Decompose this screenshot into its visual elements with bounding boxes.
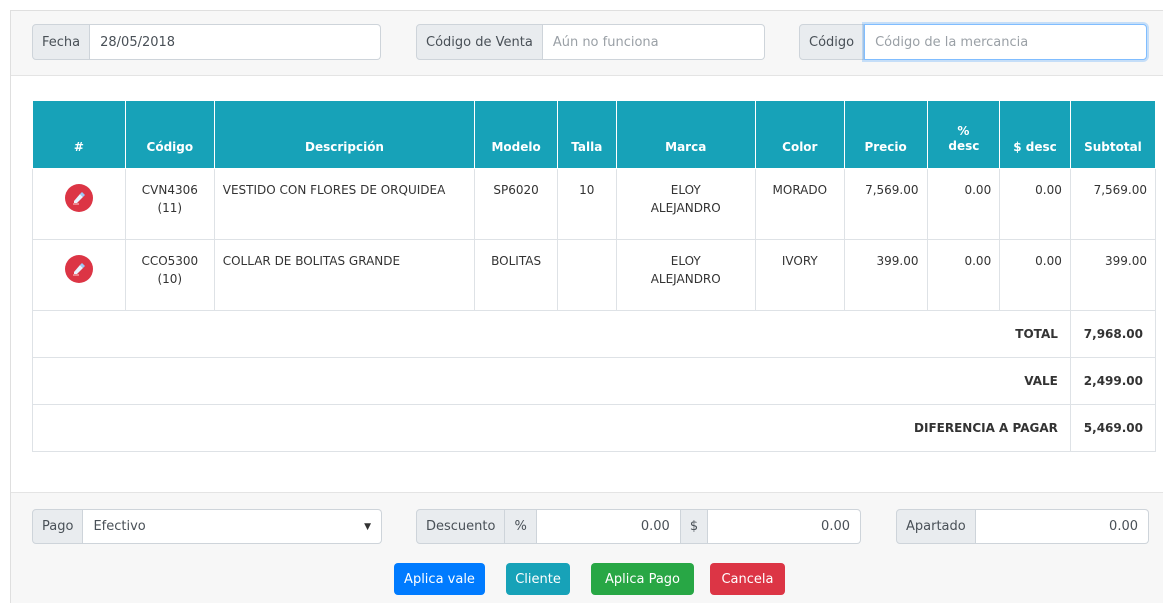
descuento-label: Descuento	[416, 509, 506, 544]
codigo-venta-input[interactable]: Aún no funciona	[542, 24, 765, 60]
codigo-venta-label: Código de Venta	[416, 24, 543, 60]
codigo-value: CCO5300	[141, 254, 199, 268]
total-label: TOTAL	[32, 310, 1071, 358]
fecha-label: Fecha	[32, 24, 91, 60]
col-amt-desc: $ desc	[999, 100, 1071, 169]
descuento-amount-input[interactable]: 0.00	[708, 509, 861, 544]
dollar-addon: $	[680, 509, 709, 544]
pago-group: Pago Efectivo ▼	[32, 509, 382, 544]
col-descripcion: Descripción	[213, 100, 476, 169]
codigo-input[interactable]: Código de la mercancia	[864, 24, 1147, 60]
col-precio: Precio	[843, 100, 928, 169]
sale-form: Fecha 28/05/2018 Código de Venta Aún no …	[10, 10, 1163, 603]
apartado-label: Apartado	[896, 509, 976, 544]
precio-cell: 7,569.00	[843, 168, 928, 240]
eraser-icon[interactable]	[64, 184, 93, 212]
amt-desc-cell: 0.00	[999, 168, 1071, 240]
fecha-group: Fecha 28/05/2018	[32, 24, 381, 60]
talla-cell: 10	[557, 168, 617, 240]
codigo-venta-group: Código de Venta Aún no funciona	[416, 24, 765, 60]
descuento-pct-input[interactable]: 0.00	[536, 509, 681, 544]
codigo-qty: (11)	[157, 201, 183, 215]
marca-cell: ELOY ALEJANDRO	[615, 168, 756, 240]
table-row: CCO5300 (10) COLLAR DE BOLITAS GRANDE BO…	[32, 239, 1157, 311]
pago-select[interactable]: Efectivo ▼	[83, 509, 382, 544]
pago-label: Pago	[32, 509, 84, 544]
cliente-button[interactable]: Cliente	[506, 563, 570, 595]
codigo-label: Código	[799, 24, 865, 60]
vale-label: VALE	[32, 357, 1071, 405]
codigo-qty: (10)	[157, 272, 183, 286]
subtotal-cell: 399.00	[1069, 239, 1157, 311]
codigo-placeholder: Código de la mercancia	[875, 34, 1029, 50]
descuento-group: Descuento % 0.00 $ 0.00	[416, 509, 861, 544]
descripcion-cell: COLLAR DE BOLITAS GRANDE	[213, 239, 476, 311]
apartado-group: Apartado 0.00	[896, 509, 1149, 544]
sale-items-table: # Código Descripción Modelo Talla Marca …	[32, 100, 1157, 452]
total-row: TOTAL 7,968.00	[32, 310, 1157, 358]
diferencia-label: DIFERENCIA A PAGAR	[32, 404, 1071, 452]
modelo-cell: SP6020	[474, 168, 559, 240]
diferencia-value: 5,469.00	[1069, 404, 1157, 452]
amt-desc-cell: 0.00	[999, 239, 1071, 311]
col-codigo: Código	[124, 100, 215, 169]
eraser-icon[interactable]	[64, 255, 93, 283]
talla-cell	[557, 239, 617, 311]
codigo-venta-placeholder: Aún no funciona	[552, 34, 659, 50]
vale-value: 2,499.00	[1069, 357, 1157, 405]
codigo-cell: CCO5300 (10)	[124, 239, 215, 311]
fecha-input[interactable]: 28/05/2018	[90, 24, 381, 60]
marca-value: ELOY ALEJANDRO	[650, 254, 721, 286]
caret-down-icon: ▼	[364, 521, 371, 532]
aplica-pago-button[interactable]: Aplica Pago	[591, 563, 694, 595]
modelo-cell: BOLITAS	[474, 239, 559, 311]
col-pct-desc: % desc	[926, 100, 1001, 169]
col-number: #	[32, 100, 126, 169]
color-cell: MORADO	[754, 168, 845, 240]
pct-desc-cell: 0.00	[926, 239, 1001, 311]
col-marca: Marca	[615, 100, 756, 169]
col-color: Color	[754, 100, 845, 169]
col-modelo: Modelo	[474, 100, 559, 169]
row-action-cell	[32, 168, 126, 240]
diferencia-row: DIFERENCIA A PAGAR 5,469.00	[32, 404, 1157, 452]
cancela-button[interactable]: Cancela	[710, 563, 785, 595]
row-action-cell	[32, 239, 126, 311]
marca-value: ELOY ALEJANDRO	[650, 183, 721, 215]
table-header-row: # Código Descripción Modelo Talla Marca …	[32, 100, 1157, 169]
pago-selected-value: Efectivo	[93, 519, 146, 534]
color-cell: IVORY	[754, 239, 845, 311]
descripcion-cell: VESTIDO CON FLORES DE ORQUIDEA	[213, 168, 476, 240]
codigo-cell: CVN4306 (11)	[124, 168, 215, 240]
codigo-group: Código Código de la mercancia	[799, 24, 1147, 60]
precio-cell: 399.00	[843, 239, 928, 311]
total-value: 7,968.00	[1069, 310, 1157, 358]
col-talla: Talla	[557, 100, 617, 169]
marca-cell: ELOY ALEJANDRO	[615, 239, 756, 311]
percent-addon: %	[505, 509, 537, 544]
col-pct-desc-label: % desc	[948, 124, 980, 153]
vale-row: VALE 2,499.00	[32, 357, 1157, 405]
codigo-value: CVN4306	[141, 183, 198, 197]
col-subtotal: Subtotal	[1069, 100, 1157, 169]
apartado-input[interactable]: 0.00	[975, 509, 1149, 544]
aplica-vale-button[interactable]: Aplica vale	[394, 563, 485, 595]
pct-desc-cell: 0.00	[926, 168, 1001, 240]
table-row: CVN4306 (11) VESTIDO CON FLORES DE ORQUI…	[32, 168, 1157, 240]
subtotal-cell: 7,569.00	[1069, 168, 1157, 240]
